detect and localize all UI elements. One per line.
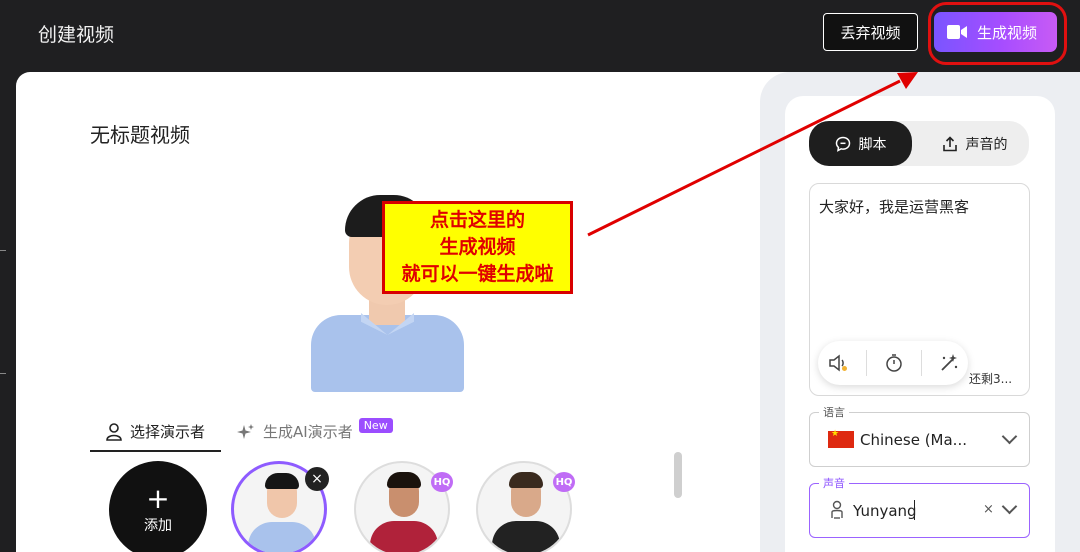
hq-badge: HQ (431, 472, 453, 492)
remove-presenter-icon[interactable]: × (305, 467, 329, 491)
tab-script-label: 脚本 (858, 136, 887, 153)
edge-marker (0, 250, 6, 251)
voice-value[interactable]: Yunyang (853, 502, 917, 520)
tab-generate-ai-presenter[interactable]: 生成AI演示者 New (221, 417, 409, 450)
script-text[interactable]: 大家好，我是运营黑客 (819, 196, 969, 217)
add-presenter-label: 添加 (144, 517, 172, 534)
sparkle-icon (237, 423, 255, 439)
script-toolbar (818, 341, 968, 385)
person-icon (106, 422, 122, 441)
speaker-icon[interactable] (827, 353, 849, 373)
add-presenter-button[interactable]: + 添加 (109, 461, 207, 552)
tab-script[interactable]: 脚本 (809, 121, 912, 166)
generate-video-label: 生成视频 (977, 23, 1038, 42)
clear-voice-icon[interactable]: × (983, 502, 994, 517)
language-label: 语言 (819, 404, 849, 420)
text-cursor (914, 500, 915, 520)
top-bar (0, 0, 1080, 70)
video-title[interactable]: 无标题视频 (90, 119, 190, 148)
edge-marker (0, 373, 6, 374)
magic-wand-icon[interactable] (939, 353, 959, 373)
callout-line: 就可以一键生成啦 (401, 263, 554, 285)
generate-video-button[interactable]: 生成视频 (934, 12, 1057, 52)
tab-audio[interactable]: 声音的 (920, 121, 1029, 166)
video-camera-icon (947, 25, 967, 39)
presenter-tabs: 选择演示者 生成AI演示者 New (90, 417, 409, 452)
tab-audio-label: 声音的 (965, 136, 1008, 153)
upload-icon (942, 135, 957, 151)
voice-person-icon (831, 500, 843, 519)
callout-line: 生成视频 (439, 236, 516, 258)
chat-bubble-icon (835, 136, 850, 152)
presenter-list-scrollbar[interactable] (674, 452, 682, 498)
timer-icon[interactable] (884, 353, 904, 373)
tab-select-presenter[interactable]: 选择演示者 (90, 417, 222, 452)
voice-label: 声音 (819, 475, 849, 491)
new-badge: New (358, 418, 393, 433)
tab-select-presenter-label: 选择演示者 (130, 423, 206, 441)
tab-generate-ai-presenter-label: 生成AI演示者 (263, 423, 353, 441)
app-title: 创建视频 (38, 24, 115, 46)
china-flag-icon (828, 429, 854, 448)
remaining-count: 还剩3... (969, 372, 1013, 386)
callout-line: 点击这里的 (429, 209, 525, 231)
language-value: Chinese (Ma... (860, 431, 967, 449)
plus-icon: + (146, 481, 170, 515)
annotation-callout: 点击这里的 生成视频 就可以一键生成啦 (382, 201, 573, 294)
hq-badge: HQ (553, 472, 575, 492)
discard-video-button[interactable]: 丢弃视频 (823, 13, 918, 51)
